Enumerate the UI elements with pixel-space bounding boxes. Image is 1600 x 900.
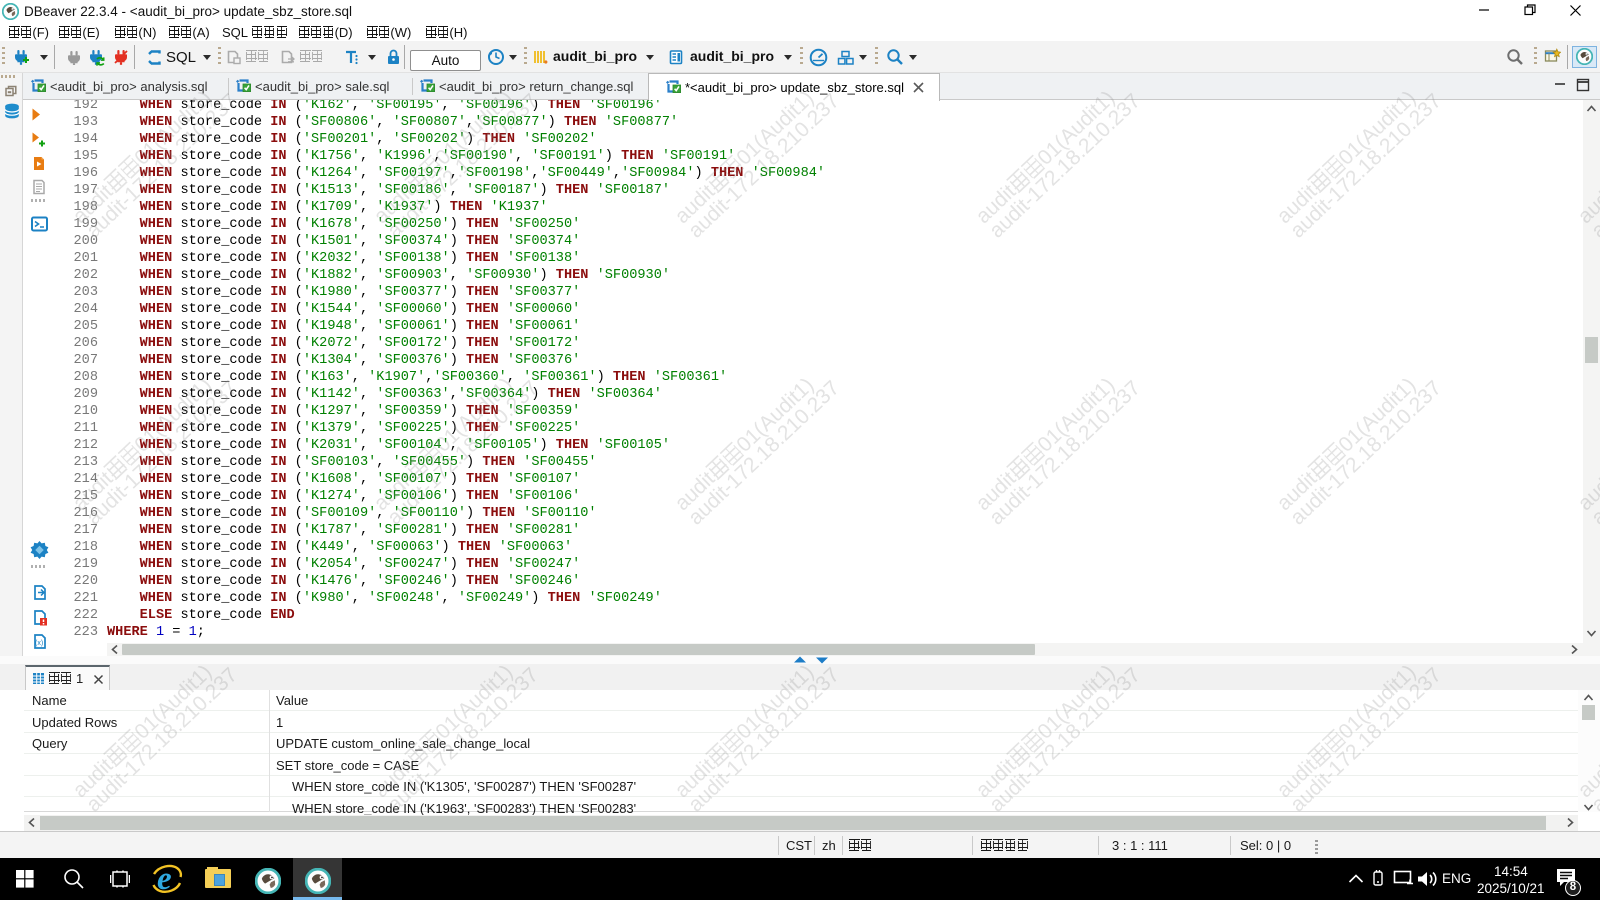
svg-text:(x): (x)	[35, 640, 43, 647]
